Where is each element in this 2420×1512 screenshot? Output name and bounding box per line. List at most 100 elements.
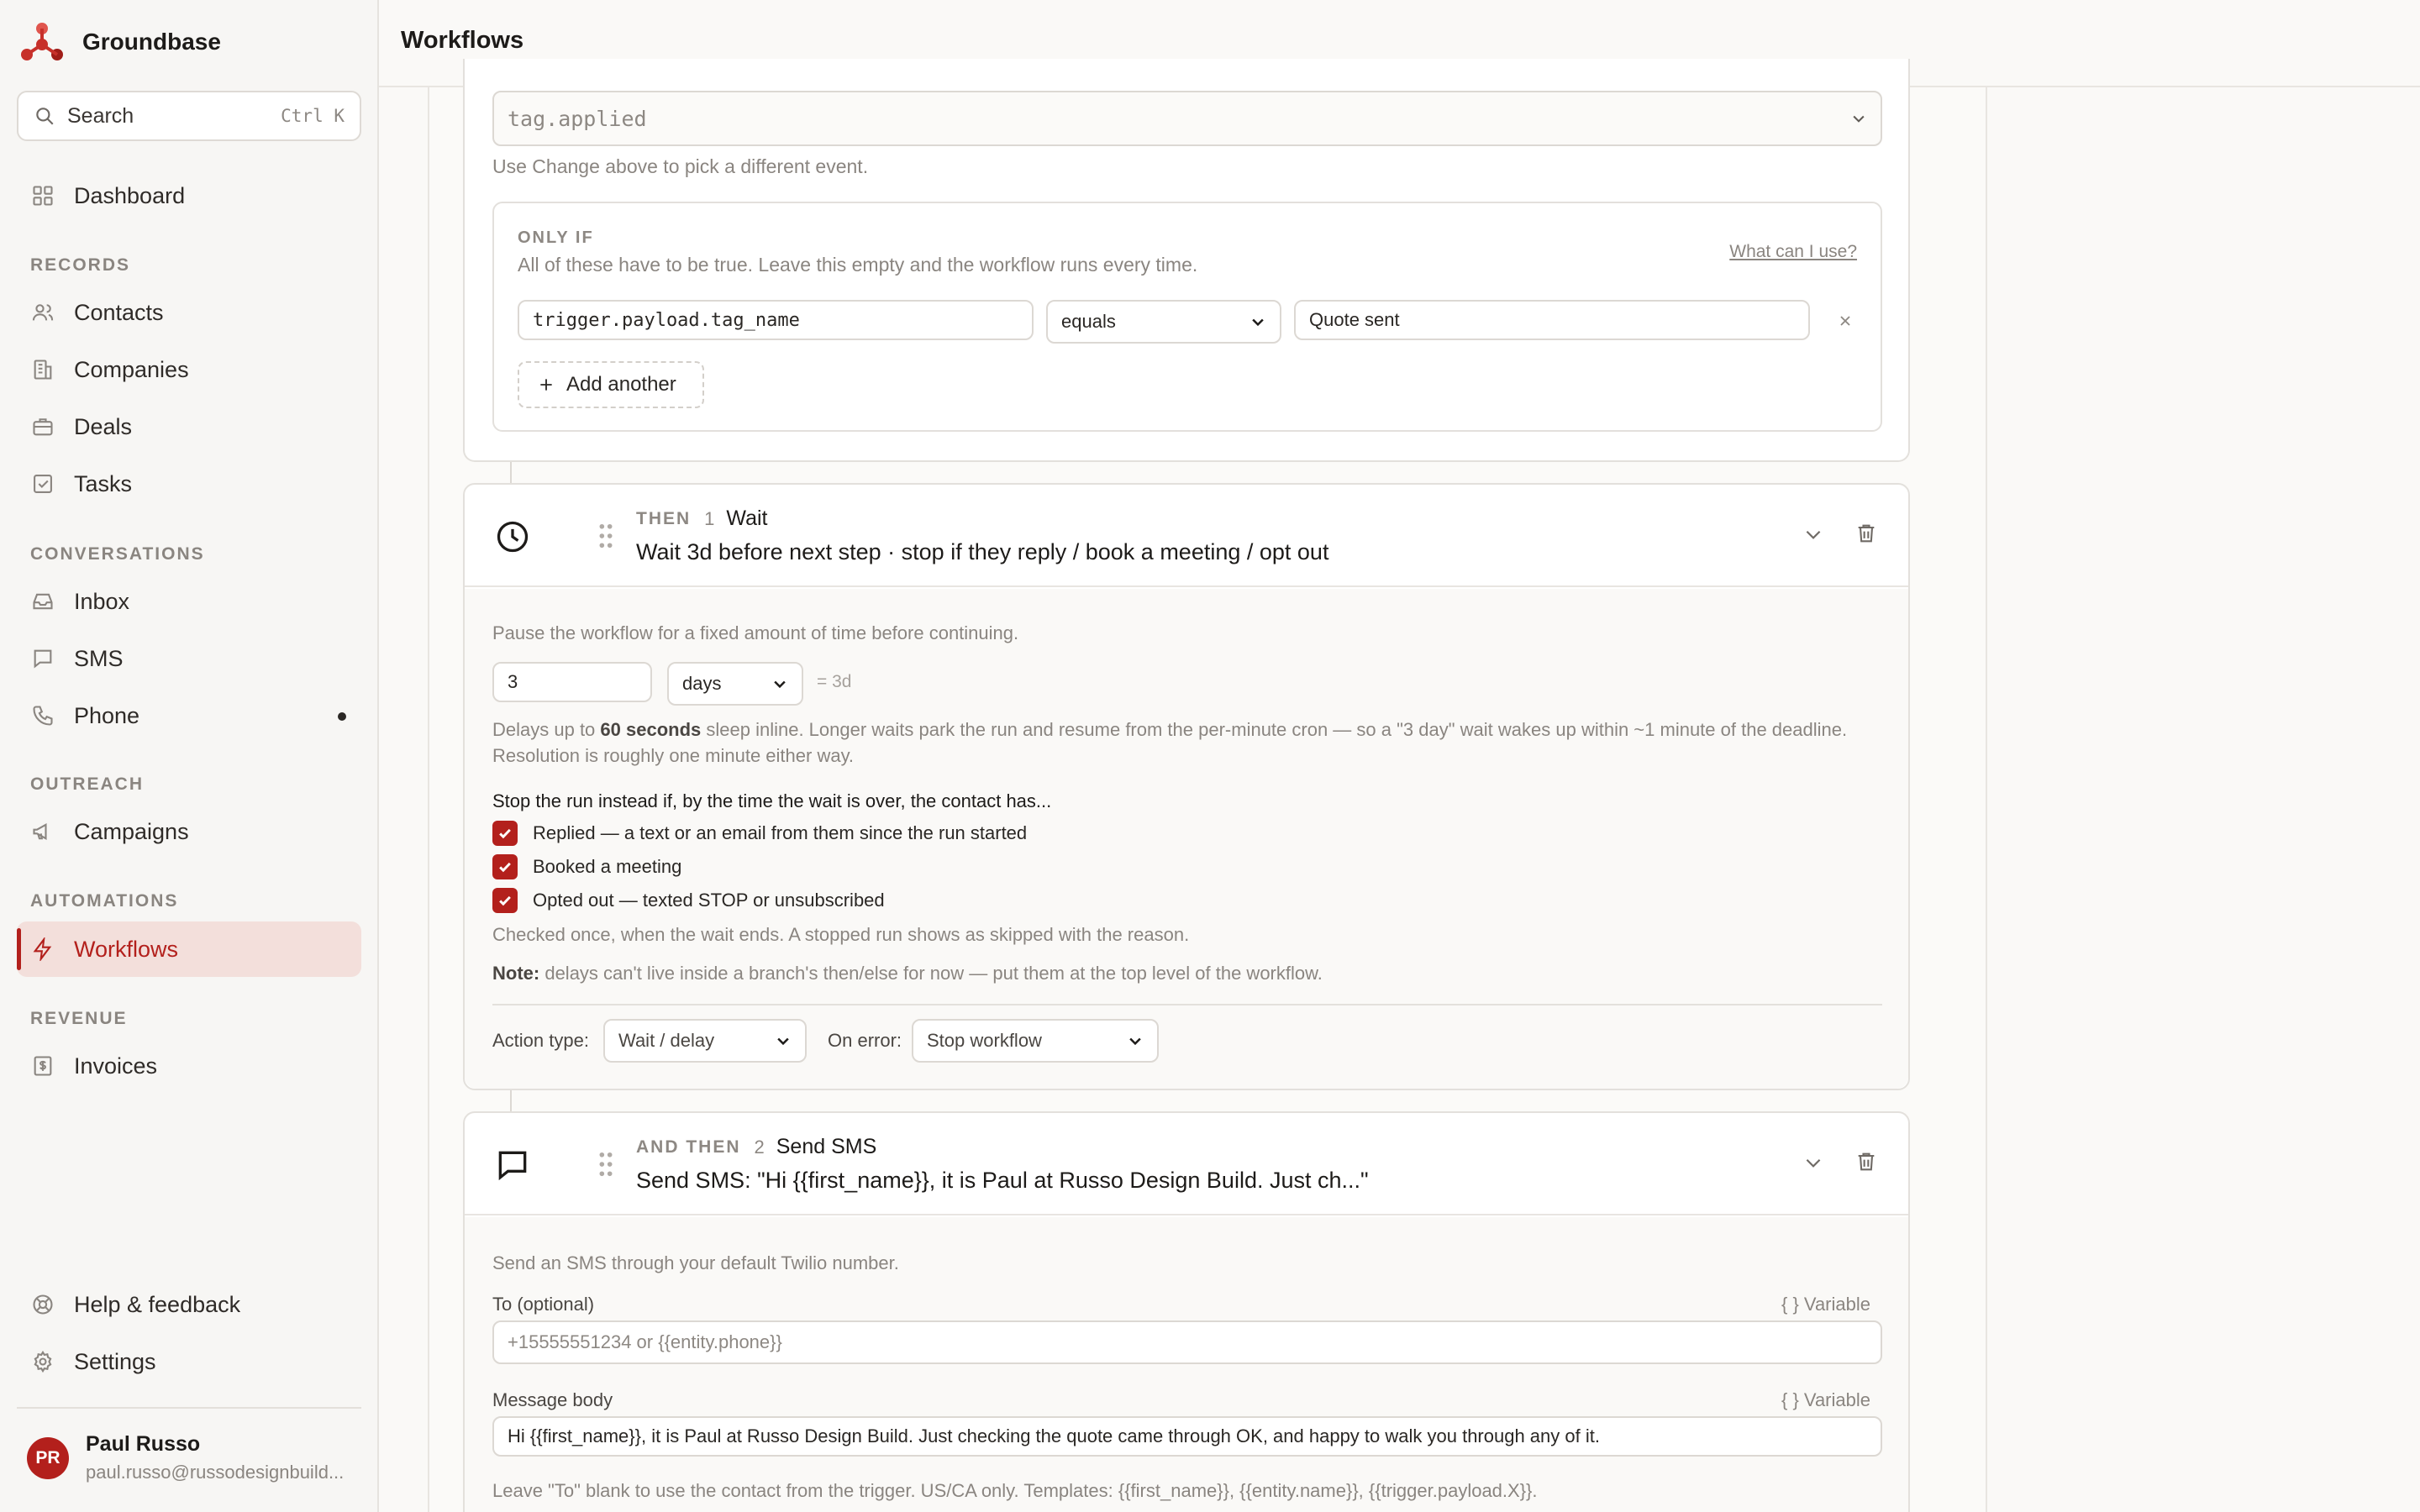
event-hint: Use Change above to pick a different eve… — [492, 155, 869, 177]
sidebar-item-invoices[interactable]: Invoices — [17, 1038, 361, 1094]
sidebar-item-settings[interactable]: Settings — [17, 1334, 361, 1389]
step-prefix: AND THEN — [636, 1137, 741, 1157]
sidebar-item-phone[interactable]: Phone — [17, 688, 361, 743]
sidebar-item-inbox[interactable]: Inbox — [17, 574, 361, 629]
message-body-input[interactable]: Hi {{first_name}}, it is Paul at Russo D… — [492, 1416, 1882, 1457]
sidebar-item-contacts[interactable]: Contacts — [17, 285, 361, 340]
sidebar-item-label: Companies — [74, 356, 189, 382]
sms-footer-note: Leave "To" blank to use the contact from… — [492, 1480, 1538, 1501]
sidebar-item-dashboard[interactable]: Dashboard — [17, 168, 361, 223]
dashboard-icon — [30, 183, 55, 208]
condition-operator-select[interactable]: equals — [1046, 300, 1281, 344]
message-icon — [30, 646, 55, 671]
clock-icon — [497, 521, 529, 553]
stop-option-label: Opted out — texted STOP or unsubscribed — [533, 890, 885, 911]
avatar: PR — [27, 1436, 69, 1479]
section-records: RECORDS — [30, 255, 131, 275]
briefcase-icon — [30, 414, 55, 439]
sidebar-item-campaigns[interactable]: Campaigns — [17, 804, 361, 859]
add-another-button[interactable]: Add another — [518, 361, 704, 408]
wait-unit-select[interactable]: days — [667, 662, 803, 706]
checkbox-checked-icon[interactable] — [492, 888, 518, 913]
search-shortcut: Ctrl K — [281, 106, 345, 126]
to-placeholder: +15555551234 or {{entity.phone}} — [508, 1331, 782, 1352]
add-another-label: Add another — [566, 373, 676, 396]
chevron-down-icon — [1129, 1037, 1141, 1046]
step-summary: Send SMS: "Hi {{first_name}}, it is Paul… — [636, 1168, 1369, 1193]
drag-handle-icon[interactable] — [597, 523, 614, 549]
sidebar-item-label: SMS — [74, 645, 124, 671]
connector-line — [510, 462, 512, 484]
body-variable-button[interactable]: { } Variable — [1781, 1389, 1870, 1411]
sidebar-item-workflows[interactable]: Workflows — [17, 921, 361, 977]
sms-step-card: AND THEN 2 Send SMS Send SMS: "Hi {{firs… — [463, 1111, 1910, 1512]
lifebuoy-icon — [30, 1292, 55, 1317]
user-profile[interactable]: PR Paul Russo paul.russo@russodesignbuil… — [27, 1432, 344, 1483]
wait-step-header[interactable]: THEN 1 Wait Wait 3d before next step · s… — [465, 485, 1908, 587]
delay-note-bold: 60 seconds — [600, 719, 702, 740]
condition-value-input[interactable]: Quote sent — [1294, 300, 1810, 340]
user-email: paul.russo@russodesignbuild... — [86, 1462, 345, 1483]
search-input[interactable]: Search Ctrl K — [17, 91, 361, 141]
on-error-value: Stop workflow — [927, 1030, 1042, 1051]
building-icon — [30, 357, 55, 382]
trash-icon[interactable] — [1854, 1150, 1878, 1173]
sidebar-item-tasks[interactable]: Tasks — [17, 456, 361, 512]
stop-option-opted-out[interactable]: Opted out — texted STOP or unsubscribed — [492, 888, 885, 913]
delay-note-text: Delays up to — [492, 719, 601, 740]
brand[interactable]: Groundbase — [18, 18, 221, 66]
search-icon — [36, 108, 54, 125]
step-number: 1 — [704, 507, 715, 529]
on-error-select[interactable]: Stop workflow — [912, 1019, 1159, 1063]
only-if-description: All of these have to be true. Leave this… — [518, 254, 1198, 276]
message-icon — [498, 1151, 527, 1181]
users-icon — [30, 300, 55, 325]
branch-note: Note: delays can't live inside a branch'… — [492, 963, 1323, 984]
sidebar-item-label: Settings — [74, 1348, 156, 1374]
to-input[interactable]: +15555551234 or {{entity.phone}} — [492, 1320, 1882, 1364]
note-text: delays can't live inside a branch's then… — [539, 963, 1323, 984]
chevron-down-icon[interactable] — [1802, 1152, 1824, 1173]
sms-step-body: Send an SMS through your default Twilio … — [465, 1217, 1908, 1512]
section-automations: AUTOMATIONS — [30, 891, 179, 911]
stop-option-booked[interactable]: Booked a meeting — [492, 854, 681, 879]
step-description: Send an SMS through your default Twilio … — [492, 1252, 899, 1273]
event-select[interactable]: tag.applied — [492, 91, 1882, 146]
sidebar-item-label: Workflows — [74, 936, 179, 962]
drag-handle-icon[interactable] — [597, 1152, 614, 1177]
step-name: Wait — [726, 507, 768, 530]
operator-value: equals — [1061, 311, 1116, 332]
section-revenue: REVENUE — [30, 1009, 128, 1028]
wait-step-body: Pause the workflow for a fixed amount of… — [465, 589, 1908, 1089]
wait-unit-value: days — [682, 673, 722, 694]
help-link[interactable]: What can I use? — [1729, 242, 1857, 262]
wait-amount-input[interactable]: 3 — [492, 662, 652, 702]
sidebar-item-deals[interactable]: Deals — [17, 399, 361, 454]
checkbox-checked-icon[interactable] — [492, 821, 518, 846]
chevron-down-icon[interactable] — [1802, 523, 1824, 545]
only-if-label: ONLY IF — [518, 228, 594, 247]
stop-option-label: Replied — a text or an email from them s… — [533, 822, 1028, 843]
stop-heading: Stop the run instead if, by the time the… — [492, 790, 1052, 811]
phone-icon — [30, 703, 55, 728]
only-if-panel: ONLY IF All of these have to be true. Le… — [492, 202, 1882, 432]
stop-option-label: Booked a meeting — [533, 856, 682, 877]
sidebar-item-label: Campaigns — [74, 818, 189, 844]
sidebar-item-companies[interactable]: Companies — [17, 342, 361, 397]
action-type-label: Action type: — [492, 1030, 589, 1051]
sidebar-item-sms[interactable]: SMS — [17, 631, 361, 686]
sms-step-header[interactable]: AND THEN 2 Send SMS Send SMS: "Hi {{firs… — [465, 1113, 1908, 1215]
chevron-down-icon — [777, 1037, 789, 1046]
sidebar: Groundbase Search Ctrl K Dashboard RECOR… — [0, 0, 379, 1512]
on-error-label: On error: — [828, 1030, 902, 1051]
sidebar-item-label: Tasks — [74, 470, 133, 496]
sidebar-item-label: Deals — [74, 413, 133, 439]
remove-condition-icon[interactable] — [1837, 312, 1854, 329]
condition-field-input[interactable]: trigger.payload.tag_name — [518, 300, 1034, 340]
to-variable-button[interactable]: { } Variable — [1781, 1294, 1870, 1315]
checkbox-checked-icon[interactable] — [492, 854, 518, 879]
sidebar-item-help[interactable]: Help & feedback — [17, 1277, 361, 1332]
trash-icon[interactable] — [1854, 522, 1878, 545]
stop-option-replied[interactable]: Replied — a text or an email from them s… — [492, 821, 1027, 846]
action-type-select[interactable]: Wait / delay — [603, 1019, 807, 1063]
